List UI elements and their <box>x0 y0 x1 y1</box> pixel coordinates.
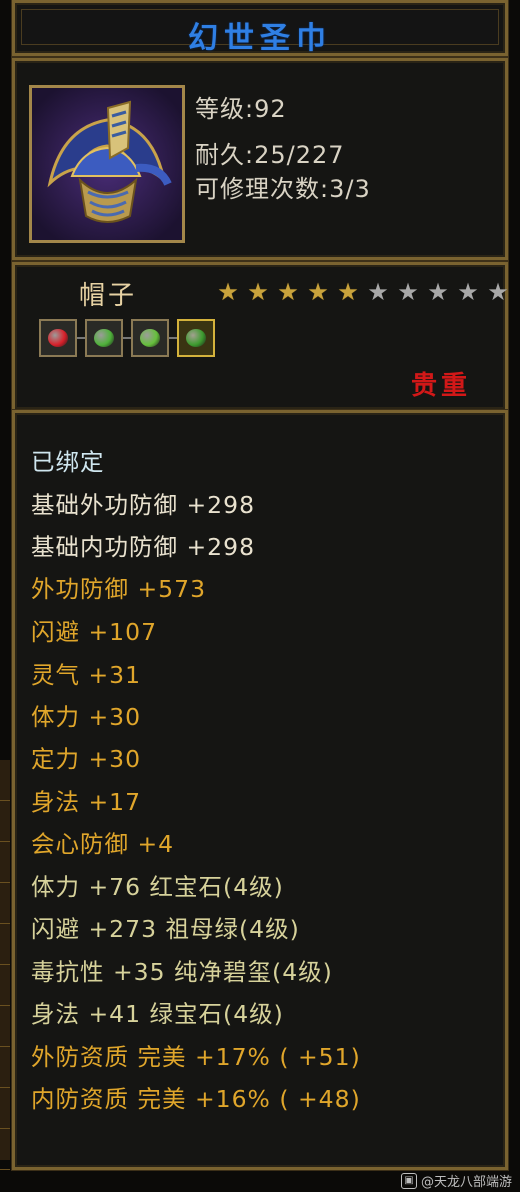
type-panel: 帽子 ★ ★ ★ ★ ★ ★ ★ ★ ★ ★ 贵重 <box>12 262 511 412</box>
jade-gem-icon <box>186 329 206 347</box>
quality-int-def: 内防资质 完美 +16% ( +48) <box>31 1085 361 1113</box>
rarity-label: 贵重 <box>410 371 471 401</box>
star-rating: ★ ★ ★ ★ ★ ★ ★ ★ ★ ★ <box>215 279 511 305</box>
gem-slot[interactable] <box>177 319 215 357</box>
side-strip <box>0 760 10 1170</box>
green-gem-icon <box>94 329 114 347</box>
item-icon-frame[interactable] <box>29 85 185 243</box>
socket-link <box>169 337 177 339</box>
star-empty-icon: ★ <box>487 278 509 306</box>
star-empty-icon: ★ <box>367 278 389 306</box>
attr-crit-def: 会心防御 +4 <box>31 830 175 858</box>
watermark-logo-icon: ▣ <box>400 1172 417 1189</box>
title-bar: 幻世圣巾 <box>12 0 508 56</box>
gem-bonus-tourmaline: 毒抗性 +35 纯净碧玺(4级) <box>31 958 333 986</box>
star-lit-icon: ★ <box>247 278 269 306</box>
gem-sockets <box>39 319 215 357</box>
attr-stamina: 体力 +30 <box>31 703 142 731</box>
item-type: 帽子 <box>79 281 138 311</box>
star-empty-icon: ★ <box>427 278 449 306</box>
hat-icon <box>32 88 182 240</box>
star-empty-icon: ★ <box>457 278 479 306</box>
star-lit-icon: ★ <box>277 278 299 306</box>
star-lit-icon: ★ <box>337 278 359 306</box>
green-gem-icon <box>140 329 160 347</box>
quality-ext-def: 外防资质 完美 +17% ( +51) <box>31 1043 361 1071</box>
repair-count-stat: 可修理次数:3/3 <box>195 175 371 203</box>
level-stat: 等级:92 <box>195 95 287 123</box>
attr-base-ext-def: 基础外功防御 +298 <box>31 491 256 519</box>
attr-base-int-def: 基础内功防御 +298 <box>31 533 256 561</box>
star-lit-icon: ★ <box>217 278 239 306</box>
attr-spirit: 灵气 +31 <box>31 661 142 689</box>
watermark-text: @天龙八部端游 <box>420 1175 512 1190</box>
red-gem-icon <box>48 329 68 347</box>
star-empty-icon: ★ <box>397 278 419 306</box>
gem-slot[interactable] <box>85 319 123 357</box>
item-header: 等级:92 耐久:25/227 可修理次数:3/3 <box>12 58 508 260</box>
attr-dodge: 闪避 +107 <box>31 618 158 646</box>
watermark: ▣ @天龙八部端游 <box>400 1171 512 1190</box>
gem-slot[interactable] <box>39 319 77 357</box>
gem-bonus-green-gem: 身法 +41 绿宝石(4级) <box>31 1000 284 1028</box>
attribute-panel: 已绑定 基础外功防御 +298 基础内功防御 +298 外功防御 +573 闪避… <box>12 410 508 1170</box>
gem-bonus-ruby: 体力 +76 红宝石(4级) <box>31 873 284 901</box>
durability-stat: 耐久:25/227 <box>195 141 345 169</box>
socket-link <box>77 337 85 339</box>
gem-bonus-emerald: 闪避 +273 祖母绿(4级) <box>31 915 300 943</box>
gem-slot[interactable] <box>131 319 169 357</box>
attr-ext-def: 外功防御 +573 <box>31 575 207 603</box>
bound-status: 已绑定 <box>31 448 105 476</box>
attr-agility: 身法 +17 <box>31 788 142 816</box>
socket-link <box>123 337 131 339</box>
item-title: 幻世圣巾 <box>188 21 332 56</box>
attr-focus: 定力 +30 <box>31 745 142 773</box>
star-lit-icon: ★ <box>307 278 329 306</box>
